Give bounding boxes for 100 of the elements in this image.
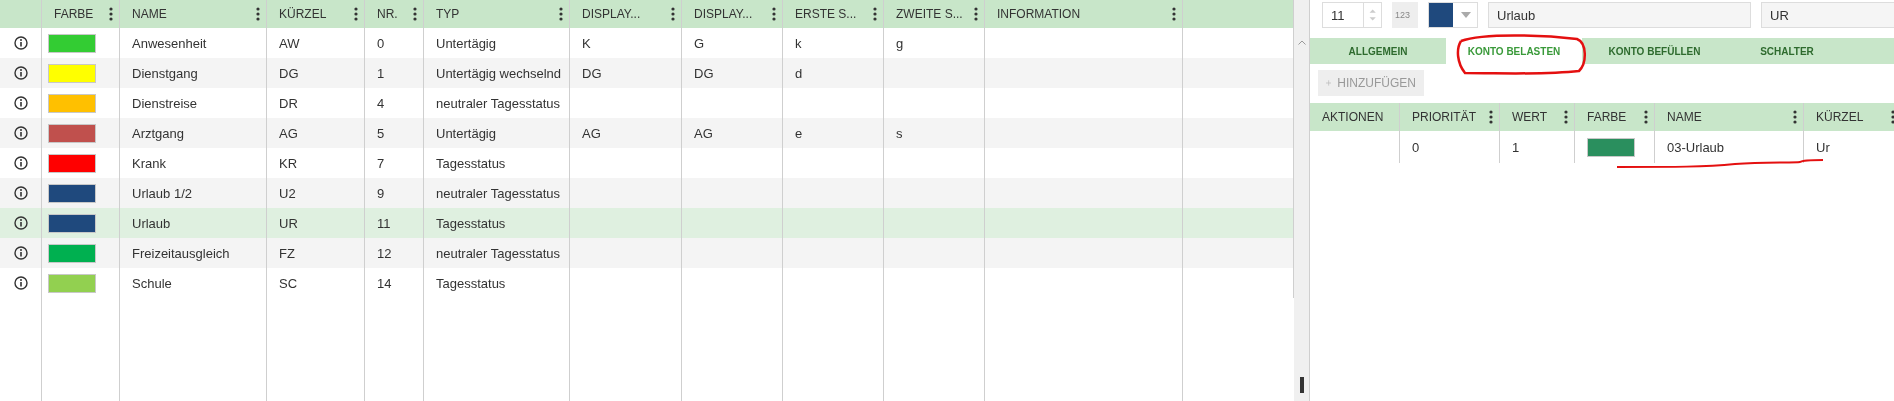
column-menu-icon[interactable] [1564,110,1568,124]
table-cell: Untertägig [436,125,496,141]
table-cell: U2 [279,185,296,201]
column-menu-icon[interactable] [1172,7,1176,21]
column-header[interactable]: FARBE [54,7,94,21]
table-cell: 11 [377,215,391,231]
name-field[interactable]: Urlaub [1488,2,1751,28]
info-icon[interactable] [14,186,28,200]
tab[interactable]: KONTO BELASTEN [1446,38,1582,64]
table-cell: e [795,125,803,141]
table-cell: Freizeitausgleich [132,245,230,261]
table-cell: d [795,65,803,81]
short-field[interactable]: UR [1761,2,1894,28]
table-cell: 7 [377,155,385,171]
column-header[interactable]: FARBE [1587,110,1627,124]
table-cell: Dienstreise [132,95,198,111]
info-icon[interactable] [14,96,28,110]
column-header[interactable]: NAME [1667,110,1702,124]
table-cell: Arztgang [132,125,185,141]
table-cell: Anwesenheit [132,35,207,51]
plus-icon [1326,78,1332,88]
table-cell: Tagesstatus [436,215,506,231]
table-cell: Urlaub [132,215,171,231]
table-cell: 0 [377,35,385,51]
color-swatch [1429,3,1453,27]
column-menu-icon[interactable] [1891,110,1894,124]
column-header[interactable]: ZWEITE S... [896,7,963,21]
info-icon[interactable] [14,36,28,50]
table-cell: SC [279,275,298,291]
column-menu-icon[interactable] [354,7,358,21]
table-cell: neutraler Tagesstatus [436,185,561,201]
column-menu-icon[interactable] [109,7,113,21]
table-cell: Tagesstatus [436,155,506,171]
column-header[interactable]: NR. [377,7,398,21]
tab[interactable]: SCHALTER [1727,38,1847,64]
table-cell: Krank [132,155,166,171]
column-header[interactable]: DISPLAY... [582,7,641,21]
table-cell: Ur [1816,139,1830,155]
table-cell: Tagesstatus [436,275,506,291]
info-icon[interactable] [14,156,28,170]
number-stepper[interactable]: 11 [1322,2,1382,28]
table-cell: AG [279,125,298,141]
table-cell: 4 [377,95,385,111]
table-cell: FZ [279,245,295,261]
table-cell: Urlaub 1/2 [132,185,192,201]
table-cell: AG [582,125,601,141]
column-header[interactable]: PRIORITÄT [1412,110,1476,124]
table-cell: s [896,125,903,141]
column-menu-icon[interactable] [772,7,776,21]
column-header[interactable]: KÜRZEL [279,7,327,21]
info-icon[interactable] [14,246,28,260]
table-cell: 1 [377,65,385,81]
table-cell: G [694,35,705,51]
color-picker[interactable] [1428,2,1478,28]
info-icon[interactable] [14,66,28,80]
column-header[interactable]: NAME [132,7,167,21]
tab[interactable]: KONTO BEFÜLLEN [1582,38,1727,64]
column-menu-icon[interactable] [974,7,978,21]
column-menu-icon[interactable] [1644,110,1648,124]
column-header[interactable]: KÜRZEL [1816,110,1864,124]
info-icon[interactable] [14,126,28,140]
table-cell: KR [279,155,298,171]
table-cell: 14 [377,275,392,291]
table-cell: 5 [377,125,385,141]
column-menu-icon[interactable] [671,7,675,21]
table-cell: neutraler Tagesstatus [436,245,561,261]
table-cell: neutraler Tagesstatus [436,95,561,111]
column-header[interactable]: WERT [1512,110,1548,124]
info-icon[interactable] [14,216,28,230]
column-menu-icon[interactable] [1489,110,1493,124]
column-menu-icon[interactable] [559,7,563,21]
table-cell: 9 [377,185,385,201]
column-header[interactable]: TYP [436,7,460,21]
scrollbar[interactable] [1294,0,1310,401]
table-cell: DG [279,65,299,81]
table-cell: k [795,35,802,51]
table-cell: Untertägig [436,35,496,51]
table-cell: 0 [1412,139,1420,155]
table-cell: UR [279,215,298,231]
tab[interactable]: ALLGEMEIN [1310,38,1446,64]
column-menu-icon[interactable] [413,7,417,21]
column-header[interactable]: DISPLAY... [694,7,753,21]
column-menu-icon[interactable] [873,7,877,21]
table-cell: DR [279,95,298,111]
table-cell: Untertägig wechselnd [436,65,562,81]
column-menu-icon[interactable] [1793,110,1797,124]
table-cell: AG [694,125,713,141]
table-cell: AW [279,35,300,51]
table-cell: 12 [377,245,392,261]
table-cell: 1 [1512,139,1520,155]
table-cell: Schule [132,275,172,291]
table-cell: Dienstgang [132,65,198,81]
table-cell: DG [694,65,714,81]
column-header[interactable]: ERSTE S... [795,7,857,21]
column-menu-icon[interactable] [256,7,260,21]
table-cell: 03-Urlaub [1667,139,1725,155]
column-header[interactable]: INFORMATION [997,7,1081,21]
table-cell: g [896,35,904,51]
info-icon[interactable] [14,276,28,290]
column-header[interactable]: AKTIONEN [1322,110,1384,124]
